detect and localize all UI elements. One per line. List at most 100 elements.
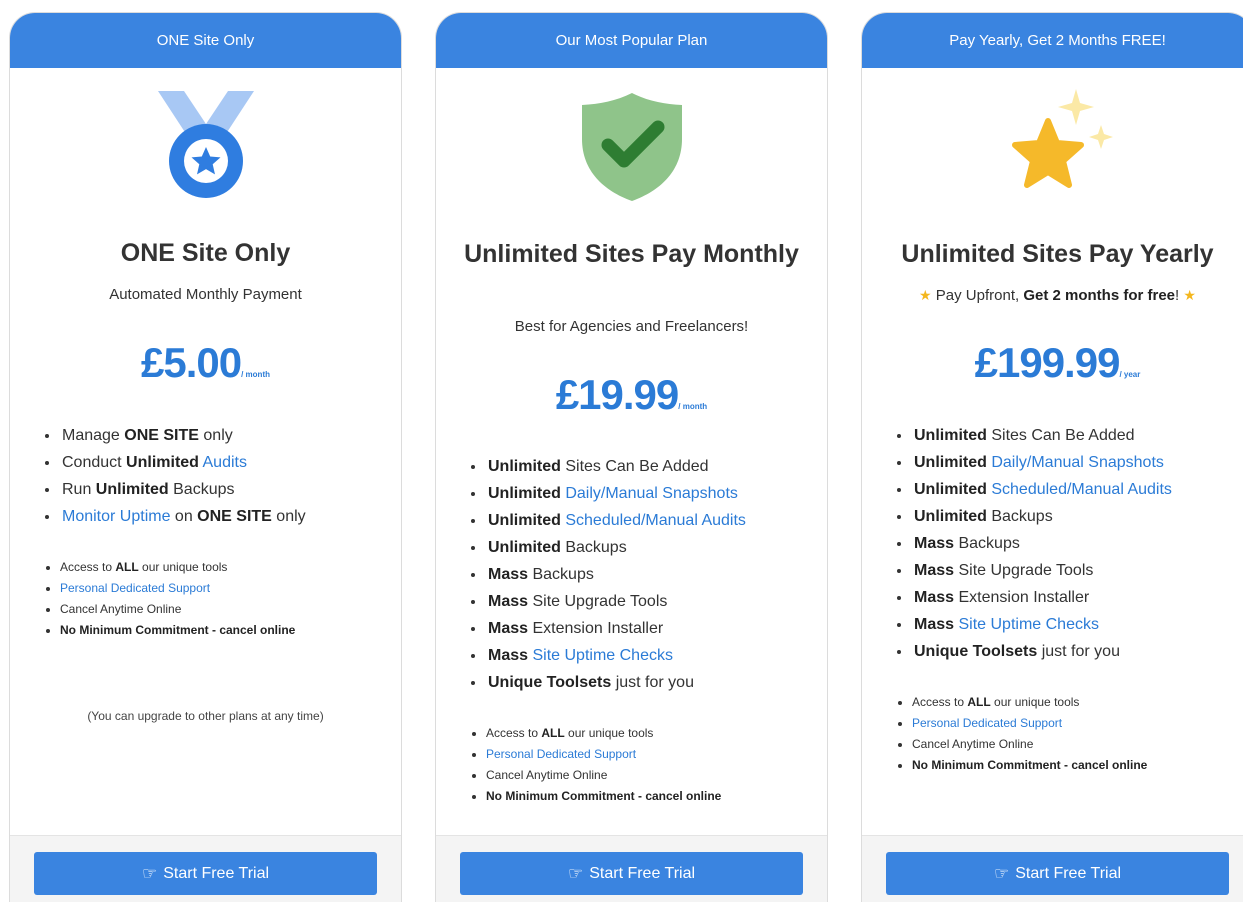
pricing-card-unlimited-yearly: Pay Yearly, Get 2 Months FREE! Unlimited… [861, 12, 1243, 902]
price-amount: £19.99 [555, 371, 679, 418]
start-free-trial-button[interactable]: ☞ Start Free Trial [34, 852, 377, 895]
bold-text: ONE SITE [197, 508, 272, 525]
text: Cancel Anytime Online [912, 737, 1034, 751]
feature-list: Unlimited Sites Can Be Added Unlimited Da… [912, 422, 1172, 665]
bold-text: Unlimited [488, 539, 561, 556]
feature-link[interactable]: Personal Dedicated Support [60, 581, 210, 595]
bold-text: Mass [488, 593, 529, 610]
text: on [170, 508, 198, 525]
feature-item: Unlimited Sites Can Be Added [486, 453, 746, 480]
text: Pay Upfront, [931, 287, 1024, 304]
plan-title: Unlimited Sites Pay Monthly [464, 240, 799, 268]
plan-price: £5.00/ month [10, 339, 401, 387]
bold-text: Mass [488, 647, 529, 664]
bold-text: Unique Toolsets [914, 643, 1038, 660]
text: only [271, 508, 306, 525]
start-free-trial-button[interactable]: ☞ Start Free Trial [460, 852, 803, 895]
feature-item: Conduct Unlimited Audits [60, 449, 306, 476]
bold-text: No Minimum Commitment - cancel online [486, 789, 722, 803]
extras-list: Access to ALL our unique tools Personal D… [60, 557, 295, 641]
feature-list: Unlimited Sites Can Be AddedUnlimited Da… [486, 453, 746, 696]
feature-item: Unlimited Daily/Manual Snapshots [912, 449, 1172, 476]
feature-link[interactable]: Scheduled/Manual Audits [565, 512, 746, 529]
bold-text: Unlimited [488, 512, 561, 529]
feature-item: Mass Backups [912, 530, 1172, 557]
bold-text: Unlimited [488, 485, 561, 502]
bold-text: Unlimited [914, 508, 987, 525]
text: Sites Can Be Added [986, 427, 1135, 444]
feature-link[interactable]: Monitor Uptime [62, 508, 170, 525]
bold-text: Unlimited [95, 481, 169, 498]
bold-text: Unlimited [488, 458, 561, 475]
feature-link[interactable]: Scheduled/Manual Audits [991, 481, 1172, 498]
shield-check-icon [581, 93, 682, 201]
price-period: / month [241, 370, 270, 379]
extra-item: Access to ALL our unique tools [60, 557, 295, 578]
price-amount: £199.99 [974, 339, 1121, 386]
extra-item: No Minimum Commitment - cancel online [486, 786, 721, 807]
sparkle-star-icon [1011, 89, 1113, 188]
card-footer: ☞ Start Free Trial [862, 835, 1243, 902]
bold-text: Unlimited [126, 454, 199, 471]
price-amount: £5.00 [141, 339, 242, 386]
extra-item: Personal Dedicated Support [60, 578, 295, 599]
extra-item: Personal Dedicated Support [486, 744, 721, 765]
feature-item: Mass Site Upgrade Tools [912, 557, 1172, 584]
text: Cancel Anytime Online [60, 602, 182, 616]
extra-item: Access to ALL our unique tools [912, 692, 1147, 713]
feature-link[interactable]: Audits [203, 454, 247, 471]
bold-text: Unlimited [914, 454, 987, 471]
text: Site Upgrade Tools [528, 593, 668, 610]
card-header: Our Most Popular Plan [436, 13, 827, 68]
feature-link[interactable]: Site Uptime Checks [958, 616, 1099, 633]
bold-text: ALL [541, 726, 565, 740]
feature-item: Mass Site Upgrade Tools [486, 588, 746, 615]
extra-item: Access to ALL our unique tools [486, 723, 721, 744]
card-footer: ☞ Start Free Trial [10, 835, 401, 902]
plan-price: £199.99/ year [862, 339, 1243, 387]
feature-list: Manage ONE SITE onlyConduct Unlimited Au… [60, 422, 306, 530]
extra-item: No Minimum Commitment - cancel online [912, 755, 1147, 776]
button-label: Start Free Trial [1015, 864, 1122, 882]
bold-text: Mass [914, 562, 955, 579]
text: Run [62, 481, 96, 498]
extra-item: Personal Dedicated Support [912, 713, 1147, 734]
text: Access to [912, 695, 968, 709]
bold-text: Get 2 months for free [1023, 287, 1176, 304]
text: Site Upgrade Tools [954, 562, 1094, 579]
feature-link[interactable]: Site Uptime Checks [532, 647, 673, 664]
star-icon: ★ [1183, 287, 1196, 303]
feature-link[interactable]: Daily/Manual Snapshots [565, 485, 738, 502]
extra-item: Cancel Anytime Online [486, 765, 721, 786]
extra-item: No Minimum Commitment - cancel online [60, 620, 295, 641]
text: Backups [168, 481, 235, 498]
start-free-trial-button[interactable]: ☞ Start Free Trial [886, 852, 1229, 895]
text: only [198, 427, 233, 444]
feature-item: Mass Extension Installer [486, 615, 746, 642]
price-period: / month [678, 402, 708, 411]
pricing-card-unlimited-monthly: Our Most Popular Plan Unlimited Sites Pa… [435, 12, 828, 902]
medal-icon [157, 91, 254, 198]
plan-subtitle: Best for Agencies and Freelancers! [514, 318, 749, 335]
text: Access to [60, 560, 116, 574]
plan-price: £19.99/ month [436, 371, 827, 419]
bold-text: Mass [914, 535, 955, 552]
plan-title: Unlimited Sites Pay Yearly [901, 240, 1214, 268]
hand-pointer-icon: ☞ [567, 863, 584, 883]
text: Cancel Anytime Online [486, 768, 608, 782]
feature-item: Unlimited Backups [486, 534, 746, 561]
card-footer: ☞ Start Free Trial [436, 835, 827, 902]
hand-pointer-icon: ☞ [993, 863, 1010, 883]
card-header: ONE Site Only [10, 13, 401, 68]
feature-link[interactable]: Daily/Manual Snapshots [991, 454, 1164, 471]
bold-text: No Minimum Commitment - cancel online [60, 623, 296, 637]
bold-text: Mass [488, 620, 529, 637]
feature-item: Mass Site Uptime Checks [486, 642, 746, 669]
feature-link[interactable]: Personal Dedicated Support [912, 716, 1062, 730]
feature-link[interactable]: Personal Dedicated Support [486, 747, 636, 761]
feature-item: Monitor Uptime on ONE SITE only [60, 503, 306, 530]
extra-item: Cancel Anytime Online [60, 599, 295, 620]
text: our unique tools [138, 560, 228, 574]
feature-item: Mass Site Uptime Checks [912, 611, 1172, 638]
feature-item: Mass Extension Installer [912, 584, 1172, 611]
